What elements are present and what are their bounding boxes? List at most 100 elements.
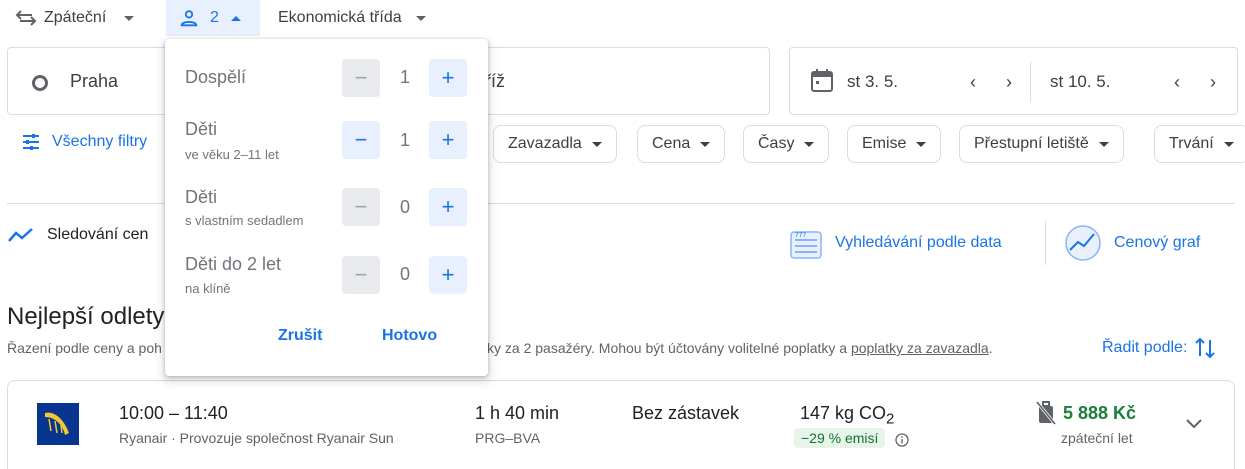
bag-fees-link[interactable]: poplatky za zavazadla (851, 340, 989, 356)
adults-plus-button[interactable]: + (429, 59, 467, 97)
date-divider (1030, 62, 1031, 102)
trip-type-label: Zpáteční (44, 9, 107, 26)
airline-name: Ryanair · Provozuje společnost Ryanair S… (119, 430, 394, 446)
done-button[interactable]: Hotovo (382, 327, 437, 345)
children-seat-minus-button[interactable]: − (342, 188, 380, 226)
tools-divider (1045, 221, 1046, 265)
tune-icon (23, 134, 39, 150)
price-graph-icon (1065, 225, 1101, 261)
sort-note-tail: . (988, 340, 993, 356)
sort-arrows-icon (1195, 337, 1216, 359)
date-inputs: st 3. 5. ‹ › st 10. 5. ‹ › (789, 47, 1238, 115)
chevron-up-icon (230, 15, 241, 21)
sort-note-start: Řazení podle ceny a poh (7, 340, 162, 356)
destination-input[interactable]: říž (485, 71, 505, 92)
chip-label: Cena (652, 135, 691, 152)
children-seat-count: 0 (399, 197, 410, 217)
passengers-dropdown[interactable]: 2 (166, 0, 260, 36)
filter-chip-price[interactable]: Cena (637, 125, 726, 163)
filter-chip-emissions[interactable]: Emise (847, 125, 942, 163)
origin-circle-icon (32, 75, 48, 91)
flight-times: 10:00 – 11:40 (119, 403, 228, 423)
emissions-badge: −29 % emisí (794, 428, 886, 448)
children-minus-button[interactable]: − (342, 121, 380, 159)
cancel-button[interactable]: Zrušit (278, 327, 322, 345)
filter-chip-duration[interactable]: Trvání (1154, 125, 1245, 163)
svg-text:???: ??? (795, 231, 806, 239)
infants-sublabel: na klíně (185, 281, 231, 296)
flight-route: PRG–BVA (475, 430, 541, 446)
adults-minus-button[interactable]: − (342, 59, 380, 97)
results-title: Nejlepší odlety (7, 303, 165, 330)
all-filters-label: Všechny filtry (52, 133, 148, 150)
infants-minus-button[interactable]: − (342, 256, 380, 294)
price-graph-button[interactable]: Cenový graf (1064, 224, 1200, 262)
cabin-class-dropdown[interactable]: Ekonomická třída (278, 0, 426, 36)
depart-prev-icon[interactable]: ‹ (970, 72, 976, 93)
sort-note-text: ky za 2 pasažéry. Mohou být účtovány vol… (487, 340, 848, 356)
return-date-input[interactable]: st 10. 5. (1050, 72, 1110, 92)
adults-label: Dospělí (185, 67, 247, 87)
harp-icon (45, 412, 69, 435)
trend-line-icon (8, 228, 33, 242)
children-seat-plus-button[interactable]: + (429, 188, 467, 226)
filter-chip-times[interactable]: Časy (743, 125, 830, 163)
ryanair-logo (37, 403, 79, 445)
swap-arrows-icon (15, 10, 37, 26)
chevron-down-icon (591, 141, 602, 147)
date-grid-icon: ??? (790, 231, 822, 259)
info-icon[interactable] (895, 433, 909, 447)
chevron-down-icon (804, 141, 815, 147)
price-type: zpáteční let (1061, 430, 1133, 446)
infants-plus-button[interactable]: + (429, 256, 467, 294)
return-next-icon[interactable]: › (1210, 72, 1216, 93)
depart-next-icon[interactable]: › (1006, 72, 1012, 93)
return-prev-icon[interactable]: ‹ (1174, 72, 1180, 93)
chip-label: Emise (862, 135, 907, 152)
flight-duration: 1 h 40 min (475, 403, 560, 423)
chip-label: Přestupní letiště (974, 135, 1089, 152)
co2-value: 147 kg CO (800, 403, 887, 423)
infants-count: 0 (399, 264, 410, 284)
adults-count: 1 (399, 67, 410, 87)
children-sublabel: ve věku 2–11 let (185, 147, 279, 162)
expand-chevron-icon[interactable] (1184, 417, 1204, 431)
chip-label: Zavazadla (508, 135, 582, 152)
chevron-down-icon (415, 15, 426, 21)
chevron-down-icon (916, 141, 927, 147)
chip-label: Časy (758, 135, 795, 152)
tracking-label: Sledování cen (47, 226, 149, 243)
chevron-down-icon (700, 141, 711, 147)
cabin-class-label: Ekonomická třída (278, 9, 402, 26)
flight-stops: Bez zástavek (632, 403, 740, 423)
children-label: Děti (185, 119, 218, 139)
co2-subscript: 2 (886, 410, 895, 428)
all-filters-button[interactable]: Všechny filtry (22, 133, 147, 151)
chevron-down-icon (1223, 141, 1234, 147)
person-icon (180, 10, 198, 27)
no-bag-icon (1035, 401, 1057, 425)
filter-chip-layover[interactable]: Přestupní letiště (959, 125, 1124, 163)
trip-type-dropdown[interactable]: Zpáteční (14, 0, 135, 36)
date-search-label: Vyhledávání podle data (835, 234, 1002, 251)
children-seat-label: Děti (185, 187, 218, 207)
infants-label: Děti do 2 let (185, 254, 282, 274)
sort-by-label: Řadit podle: (1102, 339, 1188, 356)
flight-result-card[interactable]: 10:00 – 11:40 Ryanair · Provozuje společ… (7, 380, 1235, 469)
sort-by-button[interactable]: Řadit podle: (1102, 336, 1216, 360)
origin-input[interactable]: Praha (70, 71, 118, 92)
passenger-popup: Dospělí − 1 + Děti ve věku 2–11 let − 1 … (165, 39, 488, 376)
calendar-icon (811, 69, 833, 92)
filter-chip-bags[interactable]: Zavazadla (493, 125, 617, 163)
price-tracking-toggle[interactable]: Sledování cen (8, 226, 148, 244)
co2-emissions: 147 kg CO2 (800, 403, 894, 428)
sort-note: ky za 2 pasažéry. Mohou být účtovány vol… (487, 340, 993, 356)
price-graph-label: Cenový graf (1114, 234, 1201, 251)
chevron-down-icon (124, 15, 135, 21)
children-plus-button[interactable]: + (429, 121, 467, 159)
children-count: 1 (399, 130, 410, 150)
depart-date-input[interactable]: st 3. 5. (847, 72, 898, 92)
chevron-down-icon (1098, 141, 1109, 147)
date-search-button[interactable]: ??? Vyhledávání podle data (789, 226, 1002, 260)
chip-label: Trvání (1169, 135, 1214, 152)
